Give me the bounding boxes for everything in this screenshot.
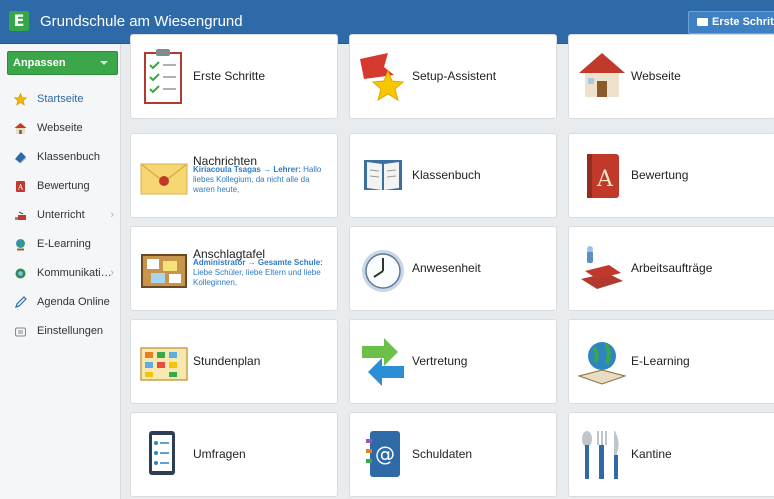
anpassen-button[interactable]: Anpassen [7, 51, 118, 75]
tile-label: Stundenplan [193, 354, 261, 368]
house-icon [579, 53, 625, 97]
sidebar-item-startseite[interactable]: Startseite [0, 85, 121, 113]
globe-book-icon [577, 342, 627, 385]
sidebar-item-agenda-online[interactable]: Agenda Online [0, 288, 121, 316]
settings-icon [15, 327, 26, 337]
tile-label: Anwesenheit [412, 261, 481, 275]
tile-vertretung[interactable]: Vertretung [349, 319, 557, 404]
survey-icon [149, 431, 175, 475]
tile-label: Vertretung [412, 354, 468, 368]
star-flag-icon [360, 53, 405, 102]
tile-arbeitsauftraege[interactable]: Arbeitsaufträge [568, 226, 774, 311]
tile-label: Klassenbuch [412, 168, 481, 182]
timetable-icon [140, 347, 188, 381]
address-book-icon: @ [366, 431, 400, 477]
grade-book-icon: A [587, 154, 619, 198]
sidebar: Anpassen Startseite Webseite Klassenbuch… [0, 44, 121, 499]
tile-label: Schuldaten [412, 447, 473, 461]
tile-anwesenheit[interactable]: Anwesenheit [349, 226, 557, 311]
chevron-down-icon [100, 61, 108, 65]
sidebar-item-webseite[interactable]: Webseite [0, 114, 121, 142]
swap-arrows-icon [362, 338, 404, 386]
school-title[interactable]: Grundschule am Wiesengrund [40, 13, 243, 30]
tile-setup-assistent[interactable]: Setup-Assistent [349, 34, 557, 119]
svg-text:A: A [17, 184, 24, 192]
cutlery-icon [582, 431, 619, 479]
tile-label: Kantine [631, 447, 672, 461]
sidebar-item-kommunikation[interactable]: Kommunikati… › [0, 259, 121, 287]
erste-schritte-button[interactable]: Erste Schritte [688, 11, 774, 34]
tile-label: Webseite [631, 69, 681, 83]
chevron-right-icon: › [110, 267, 114, 279]
sidebar-item-unterricht[interactable]: Unterricht › [0, 201, 121, 229]
tile-umfragen[interactable]: Umfragen [130, 412, 338, 497]
tile-anschlagtafel[interactable]: Anschlagtafel Administrator → Gesamte Sc… [130, 226, 338, 311]
tile-schuldaten[interactable]: @ Schuldaten [349, 412, 557, 497]
tile-erste-schritte[interactable]: Erste Schritte [130, 34, 338, 119]
grade-book-icon: A [16, 181, 25, 192]
tile-e-learning[interactable]: E-Learning [568, 319, 774, 404]
sidebar-item-einstellungen[interactable]: Einstellungen [0, 317, 121, 345]
tile-label: Erste Schritte [193, 69, 266, 83]
message-preview[interactable]: Kiriacoula Tsagas → Lehrer: Hallo liebes… [193, 165, 333, 195]
envelope-icon [140, 163, 188, 195]
svg-text:@: @ [375, 442, 395, 466]
tile-bewertung[interactable]: A Bewertung [568, 133, 774, 218]
communication-icon [15, 268, 26, 279]
house-icon [14, 123, 27, 134]
sidebar-item-klassenbuch[interactable]: Klassenbuch [0, 143, 121, 171]
tile-klassenbuch[interactable]: Klassenbuch [349, 133, 557, 218]
tile-label: Bewertung [631, 168, 689, 182]
tile-nachrichten[interactable]: Nachrichten Kiriacoula Tsagas → Lehrer: … [130, 133, 338, 218]
tile-webseite[interactable]: Webseite [568, 34, 774, 119]
star-icon [14, 93, 27, 106]
app-logo[interactable]: E [9, 11, 29, 31]
globe-icon [16, 239, 25, 251]
monitor-icon [697, 18, 708, 26]
sidebar-item-e-learning[interactable]: E-Learning [0, 230, 121, 258]
bulletin-board-icon [141, 254, 187, 288]
pencil-icon [15, 296, 27, 308]
tile-label: Setup-Assistent [412, 69, 497, 83]
checklist-icon [144, 49, 182, 104]
tile-label: Umfragen [193, 447, 246, 461]
teaching-icon [15, 211, 26, 220]
tile-kantine[interactable]: Kantine [568, 412, 774, 497]
sidebar-item-bewertung[interactable]: A Bewertung [0, 172, 121, 200]
books-stack-icon [581, 246, 623, 289]
message-preview[interactable]: Administrator → Gesamte Schule: Liebe Sc… [193, 258, 333, 288]
svg-text:A: A [596, 167, 614, 192]
book-icon [15, 152, 26, 164]
tile-label: E-Learning [631, 354, 690, 368]
clock-icon [362, 250, 404, 292]
tile-stundenplan[interactable]: Stundenplan [130, 319, 338, 404]
chevron-right-icon: › [110, 209, 114, 221]
open-book-icon [364, 160, 402, 190]
tile-label: Arbeitsaufträge [631, 261, 713, 275]
